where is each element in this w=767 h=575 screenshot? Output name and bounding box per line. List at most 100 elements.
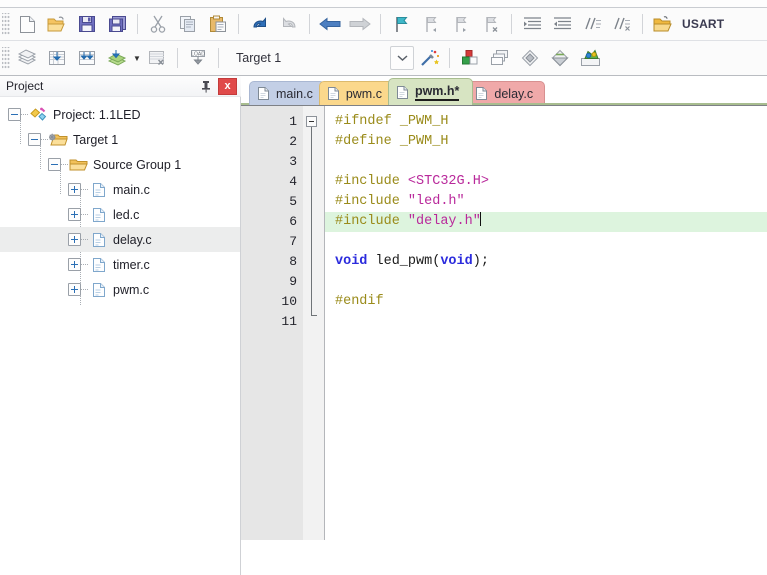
- target-folder-icon: [49, 131, 68, 148]
- collapse-minus-icon[interactable]: [8, 108, 21, 121]
- toolbar-separator: [177, 48, 178, 68]
- code-line[interactable]: [325, 232, 767, 252]
- undo-icon[interactable]: [244, 10, 274, 38]
- environment-icon[interactable]: [575, 44, 605, 72]
- redo-icon[interactable]: [274, 10, 304, 38]
- editor-tab-label: pwm.h*: [414, 84, 460, 101]
- multi-project-icon[interactable]: [485, 44, 515, 72]
- tree-connector: [21, 114, 29, 115]
- editor-tab-pwm-h[interactable]: pwm.h*: [387, 78, 474, 105]
- tree-item-timer-c[interactable]: timer.c: [0, 252, 240, 277]
- code-line[interactable]: [325, 312, 767, 332]
- save-all-icon[interactable]: [102, 10, 132, 38]
- code-line[interactable]: [325, 152, 767, 172]
- navigate-back-icon[interactable]: [315, 10, 345, 38]
- tree-item-project-1-1led[interactable]: Project: 1.1LED: [0, 102, 240, 127]
- open-file-icon[interactable]: [42, 10, 72, 38]
- batch-build-icon[interactable]: [102, 44, 132, 72]
- code-view[interactable]: 1 2 3 4 5 6 7 8 9 10 11 #ifndef _PWM_H #define _PWM…: [241, 105, 767, 540]
- configure-icon[interactable]: [545, 44, 575, 72]
- tree-item-delay-c[interactable]: delay.c: [0, 227, 240, 252]
- tree-connector: [41, 139, 49, 140]
- translate-file-icon[interactable]: [12, 44, 42, 72]
- tree-item-label: delay.c: [113, 232, 152, 247]
- code-line[interactable]: [325, 272, 767, 292]
- code-token: "led.h": [407, 194, 465, 209]
- toolbar-separator: [238, 14, 239, 34]
- paste-icon[interactable]: [203, 10, 233, 38]
- tree-item-pwm-c[interactable]: pwm.c: [0, 277, 240, 302]
- line-number: 11: [281, 314, 297, 329]
- rebuild-all-icon[interactable]: [72, 44, 102, 72]
- build-target-icon[interactable]: [42, 44, 72, 72]
- code-line[interactable]: #define _PWM_H: [325, 132, 767, 152]
- fold-column[interactable]: [303, 106, 325, 540]
- expand-plus-icon[interactable]: [68, 283, 81, 296]
- expand-plus-icon[interactable]: [68, 208, 81, 221]
- code-line[interactable]: #ifndef _PWM_H: [325, 112, 767, 132]
- indent-right-icon[interactable]: [517, 10, 547, 38]
- keil-uvision-window: USART ▼ LOAD Target 1 Project x Project:…: [0, 0, 767, 575]
- tree-item-main-c[interactable]: main.c: [0, 177, 240, 202]
- bookmark-prev-icon[interactable]: [416, 10, 446, 38]
- line-number: 8: [289, 254, 297, 269]
- editor-tab-pwm-c[interactable]: pwm.c: [318, 81, 394, 105]
- copy-icon[interactable]: [173, 10, 203, 38]
- download-icon[interactable]: LOAD: [183, 44, 213, 72]
- main-toolbar: USART: [0, 8, 767, 41]
- project-icon: [29, 106, 48, 123]
- code-token: #define: [335, 134, 400, 149]
- uncomment-icon[interactable]: [607, 10, 637, 38]
- expand-plus-icon[interactable]: [68, 258, 81, 271]
- collapse-minus-icon[interactable]: [48, 158, 61, 171]
- line-number: 2: [289, 134, 297, 149]
- collapse-minus-icon[interactable]: [28, 133, 41, 146]
- expand-plus-icon[interactable]: [68, 183, 81, 196]
- code-line[interactable]: #include <STC32G.H>: [325, 172, 767, 192]
- expand-plus-icon[interactable]: [68, 233, 81, 246]
- project-tree[interactable]: Project: 1.1LED Target 1 Source Group 1 mai…: [0, 97, 241, 575]
- toolbar-grip[interactable]: [2, 13, 10, 35]
- bookmark-clear-icon[interactable]: [476, 10, 506, 38]
- usart-icon[interactable]: [648, 10, 678, 38]
- stop-build-icon[interactable]: [142, 44, 172, 72]
- magic-wand-icon[interactable]: [414, 44, 444, 72]
- close-icon[interactable]: x: [218, 77, 237, 95]
- tree-item-target-1[interactable]: Target 1: [0, 127, 240, 152]
- code-token: _PWM_H: [399, 134, 449, 149]
- tree-item-source-group-1[interactable]: Source Group 1: [0, 152, 240, 177]
- tree-item-led-c[interactable]: led.c: [0, 202, 240, 227]
- c-file-icon: [89, 231, 108, 248]
- navigate-forward-icon[interactable]: [345, 10, 375, 38]
- code-line[interactable]: #include "delay.h": [325, 212, 767, 232]
- code-token: void: [440, 254, 473, 269]
- code-token: #ifndef: [335, 114, 400, 129]
- code-line[interactable]: #include "led.h": [325, 192, 767, 212]
- code-line[interactable]: void led_pwm(void);: [325, 252, 767, 272]
- tree-item-label: main.c: [113, 182, 150, 197]
- tree-connector: [81, 289, 89, 290]
- bookmark-toggle-icon[interactable]: [386, 10, 416, 38]
- code-text[interactable]: #ifndef _PWM_H #define _PWM_H #include <S…: [325, 106, 767, 540]
- code-token: <STC32G.H>: [407, 174, 489, 189]
- pin-icon[interactable]: [198, 78, 214, 94]
- chevron-down-icon[interactable]: [390, 46, 414, 70]
- comment-icon[interactable]: [577, 10, 607, 38]
- bookmark-next-icon[interactable]: [446, 10, 476, 38]
- batch-build-dropdown-icon[interactable]: ▼: [132, 45, 142, 71]
- new-file-icon[interactable]: [12, 10, 42, 38]
- indent-left-icon[interactable]: [547, 10, 577, 38]
- code-line[interactable]: #endif: [325, 292, 767, 312]
- toolbar-grip[interactable]: [2, 47, 10, 69]
- tree-connector: [81, 189, 89, 190]
- cut-icon[interactable]: [143, 10, 173, 38]
- editor-tab-delay-c[interactable]: delay.c: [467, 81, 546, 105]
- editor-tab-main-c[interactable]: main.c: [249, 81, 325, 105]
- manage-components-icon[interactable]: [455, 44, 485, 72]
- c-file-icon: [475, 86, 489, 101]
- pack-installer-icon[interactable]: [515, 44, 545, 72]
- save-icon[interactable]: [72, 10, 102, 38]
- target-combobox[interactable]: Target 1: [228, 46, 414, 70]
- tree-connector: [81, 264, 89, 265]
- fold-toggle-icon[interactable]: [306, 116, 317, 127]
